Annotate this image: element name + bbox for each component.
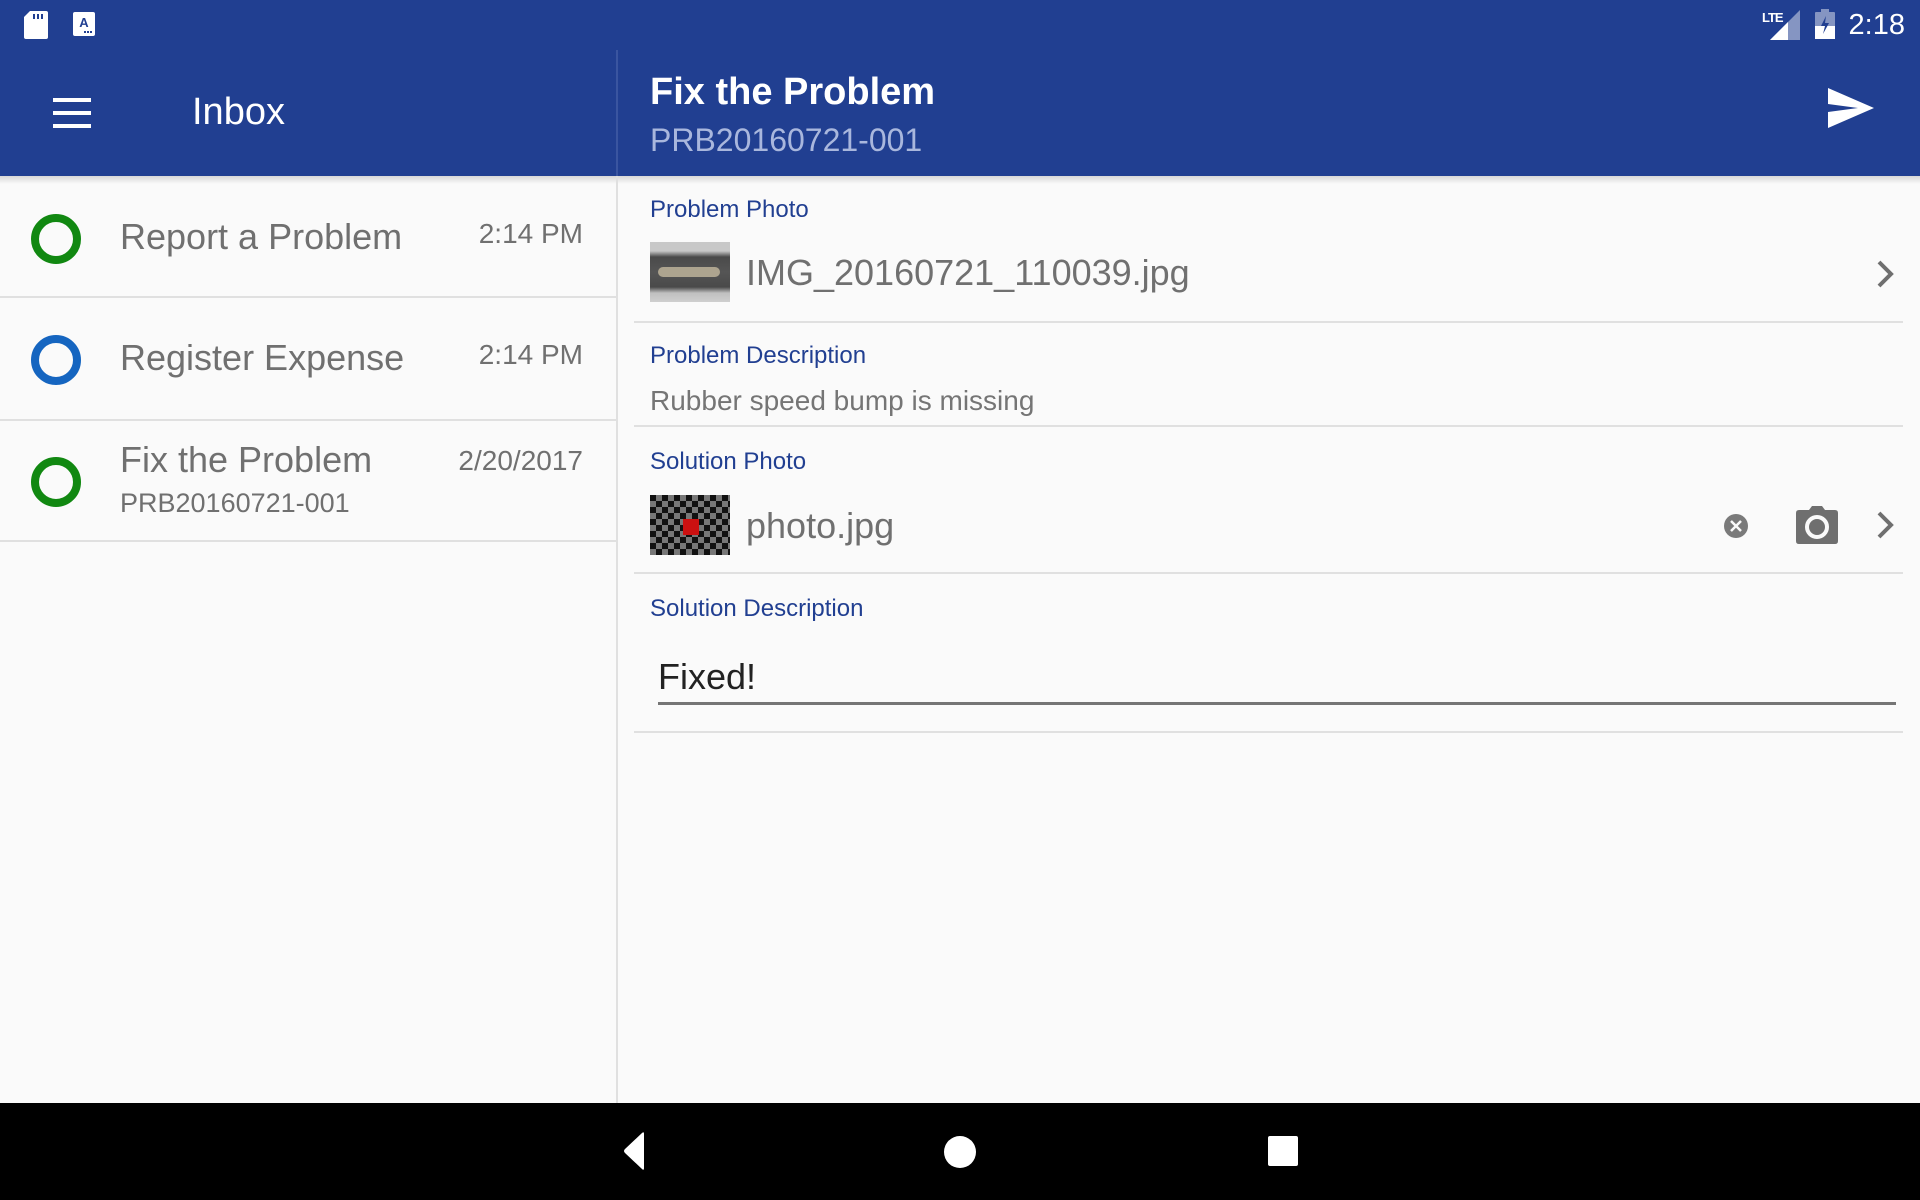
status-ring-icon [31, 457, 81, 507]
lte-signal-icon [1770, 10, 1800, 45]
problem-photo-row[interactable]: IMG_20160721_110039.jpg [634, 232, 1903, 320]
inbox-item-time: 2:14 PM [478, 339, 583, 370]
inbox-item-fix-the-problem[interactable]: Fix the Problem PRB20160721-001 2/20/201… [0, 421, 616, 542]
detail-subtitle: PRB20160721-001 [650, 122, 923, 158]
battery-charging-icon [1815, 9, 1835, 44]
back-icon[interactable] [614, 1127, 664, 1177]
hamburger-menu-icon[interactable] [48, 92, 94, 134]
inbox-item-subtitle: PRB20160721-001 [120, 488, 350, 518]
recents-icon[interactable] [1258, 1127, 1308, 1177]
problem-description-value: Rubber speed bump is missing [650, 385, 1035, 416]
solution-photo-label: Solution Photo [650, 448, 807, 475]
inbox-item-label: Report a Problem [120, 216, 403, 257]
chevron-right-icon[interactable] [1873, 258, 1899, 290]
status-clock: 2:18 [1848, 9, 1905, 41]
camera-icon[interactable] [1796, 506, 1838, 544]
keyboard-icon: A [73, 12, 95, 41]
inbox-title: Inbox [192, 91, 285, 133]
status-ring-icon [31, 335, 81, 385]
status-ring-icon [31, 214, 81, 264]
inbox-item-register-expense[interactable]: Register Expense 2:14 PM [0, 298, 616, 421]
inbox-item-label: Fix the Problem [120, 439, 373, 480]
home-icon[interactable] [935, 1127, 985, 1177]
solution-photo-thumbnail [650, 495, 730, 555]
inbox-item-report-a-problem[interactable]: Report a Problem 2:14 PM [0, 184, 616, 298]
sd-card-icon [24, 11, 48, 44]
system-nav-bar [0, 1103, 1920, 1200]
field-divider [634, 425, 1903, 427]
svg-text:A: A [79, 15, 89, 30]
field-divider [634, 321, 1903, 323]
chevron-right-icon[interactable] [1873, 509, 1899, 541]
inbox-item-time: 2:14 PM [478, 218, 583, 249]
solution-photo-row[interactable]: photo.jpg [634, 484, 1903, 572]
inbox-item-label: Register Expense [120, 337, 405, 378]
pane-divider-header [616, 50, 618, 176]
pane-divider [616, 50, 618, 1103]
send-icon[interactable] [1828, 88, 1882, 136]
solution-description-input[interactable] [658, 652, 1896, 705]
inbox-item-time: 2/20/2017 [458, 445, 583, 476]
detail-title: Fix the Problem [650, 71, 936, 113]
problem-photo-label: Problem Photo [650, 196, 809, 223]
app-bar [0, 0, 1920, 176]
problem-description-label: Problem Description [650, 342, 867, 369]
field-divider [634, 731, 1903, 733]
problem-photo-filename: IMG_20160721_110039.jpg [746, 252, 1190, 293]
field-divider [634, 572, 1903, 574]
solution-description-label: Solution Description [650, 595, 864, 622]
solution-photo-filename: photo.jpg [746, 505, 895, 546]
clear-icon[interactable] [1723, 513, 1749, 539]
app-bar-shadow [0, 176, 1920, 184]
problem-photo-thumbnail [650, 242, 730, 302]
